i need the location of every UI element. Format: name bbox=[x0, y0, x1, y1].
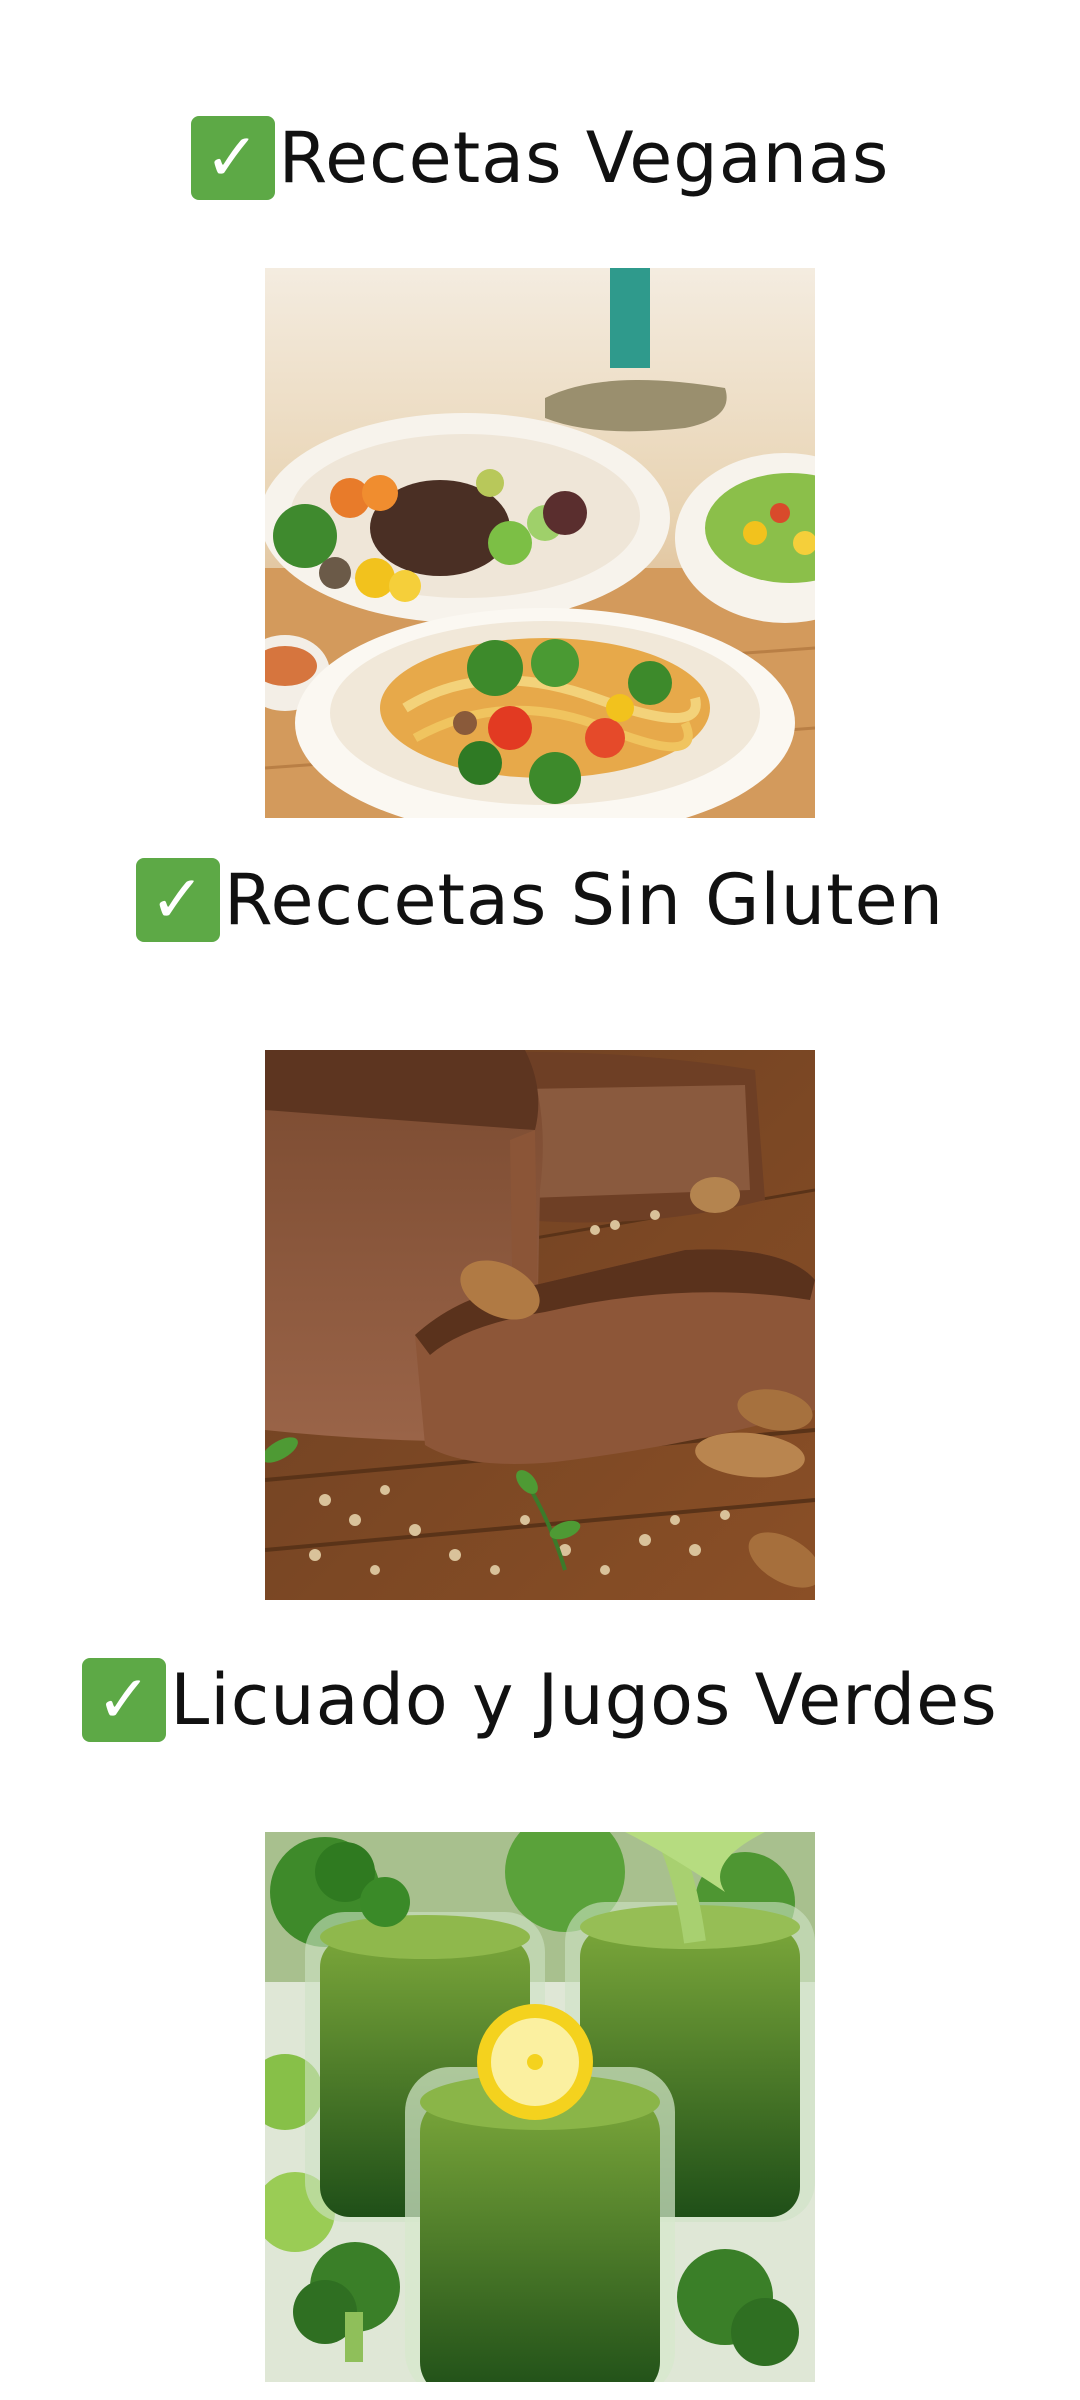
check-mark-icon: ✓ bbox=[82, 1658, 167, 1742]
check-mark-icon: ✓ bbox=[190, 116, 275, 200]
vegan-bowls-image bbox=[265, 268, 815, 818]
section-title-text: Licuado y Jugos Verdes bbox=[170, 1659, 998, 1741]
check-mark-icon: ✓ bbox=[135, 858, 220, 942]
section-title-veganas: ✓ Recetas Veganas bbox=[0, 110, 1080, 206]
green-juices-image bbox=[265, 1832, 815, 2382]
section-title-sin-gluten: ✓ Reccetas Sin Gluten bbox=[0, 852, 1080, 948]
section-title-jugos-verdes: ✓ Licuado y Jugos Verdes bbox=[0, 1652, 1080, 1748]
section-title-text: Recetas Veganas bbox=[278, 117, 890, 199]
gluten-free-bread-image bbox=[265, 1050, 815, 1600]
section-title-text: Reccetas Sin Gluten bbox=[223, 859, 945, 941]
